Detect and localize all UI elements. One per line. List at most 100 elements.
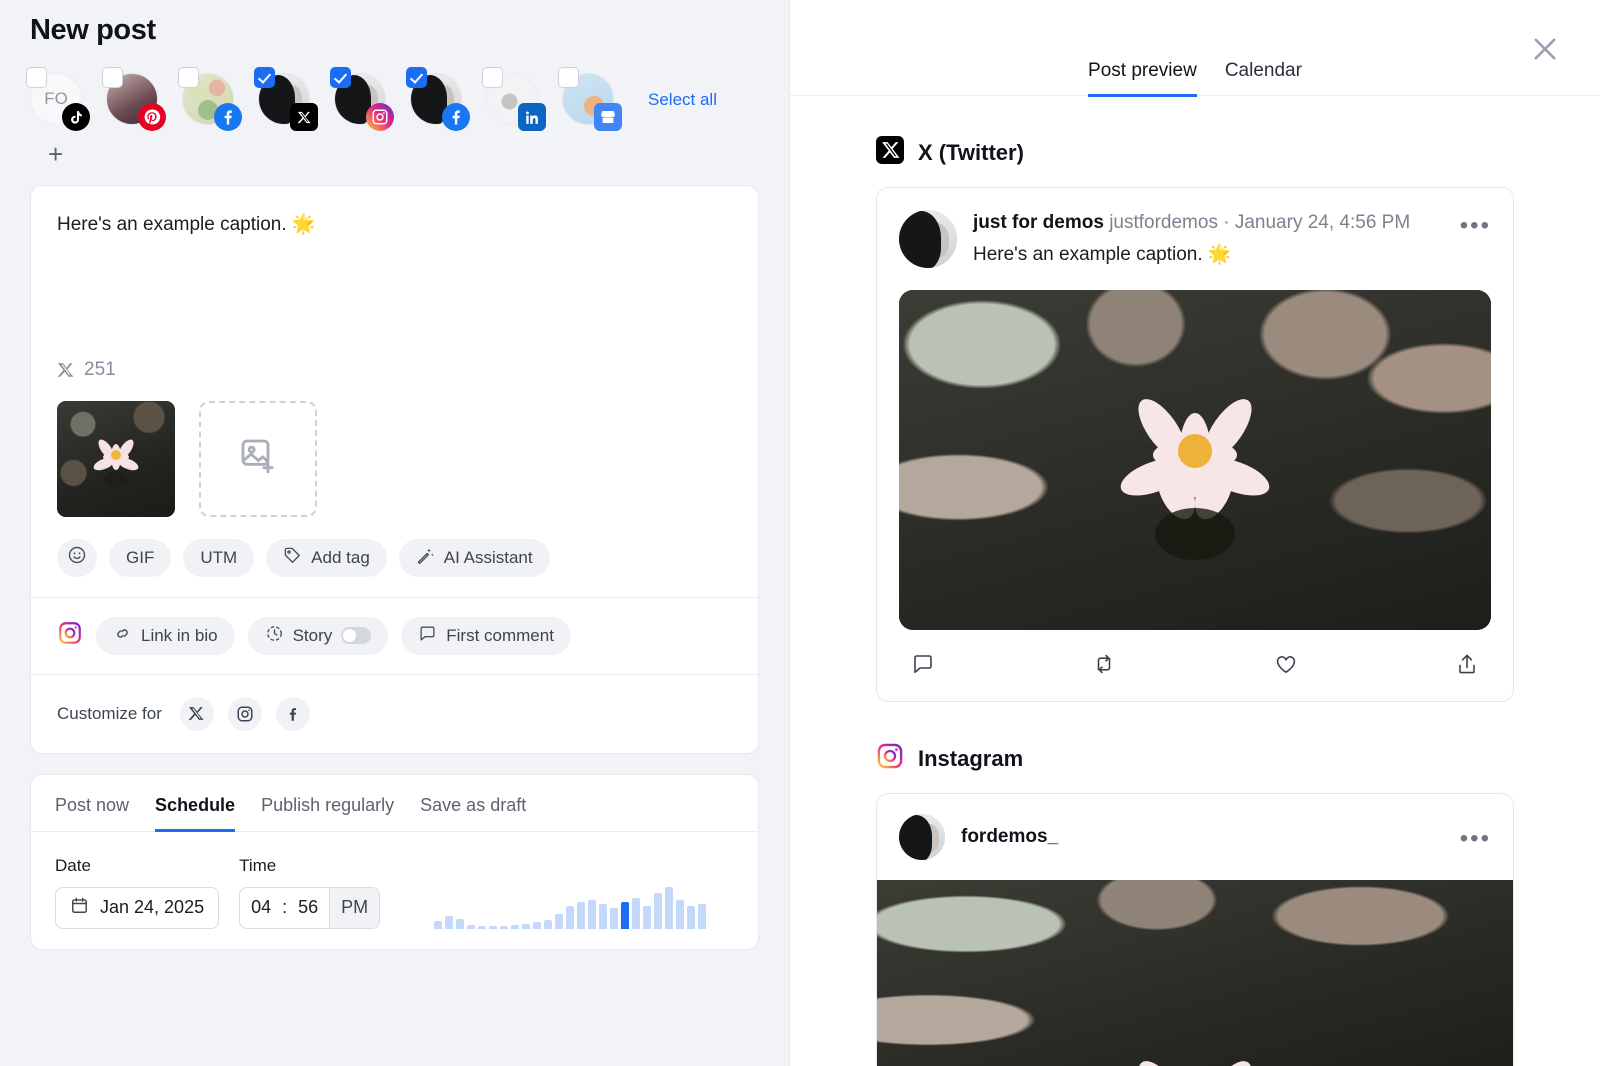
chart-bar[interactable] — [654, 893, 662, 929]
account-checkbox-facebook-1[interactable] — [178, 67, 199, 88]
instagram-options-row: Link in bio Story — [31, 598, 758, 674]
add-tag-button[interactable]: Add tag — [266, 539, 387, 577]
tab-save-as-draft[interactable]: Save as draft — [420, 795, 526, 832]
schedule-body: Date Jan 24, 2025 Time 04 — [31, 832, 758, 949]
first-comment-label: First comment — [446, 626, 554, 646]
twitter-post-meta: just for demos justfordemos · January 24… — [973, 210, 1444, 266]
reply-icon[interactable] — [911, 652, 935, 681]
chart-bar[interactable] — [610, 908, 618, 929]
chart-bar[interactable] — [467, 925, 475, 929]
chart-bar[interactable] — [687, 906, 695, 929]
chart-bar[interactable] — [511, 925, 519, 929]
caption-input[interactable]: Here's an example caption. 🌟 — [57, 212, 732, 239]
account-checkbox-x[interactable] — [254, 67, 275, 88]
gif-button[interactable]: GIF — [109, 539, 171, 577]
chart-bar[interactable] — [489, 926, 497, 929]
chart-bar[interactable] — [566, 906, 574, 929]
composer-panel: New post FO — [0, 0, 790, 1066]
x-icon — [290, 103, 318, 131]
ellipsis-icon[interactable]: ••• — [1460, 214, 1491, 238]
story-button[interactable]: Story — [248, 617, 389, 655]
tab-publish-regularly[interactable]: Publish regularly — [261, 795, 394, 832]
account-tiktok[interactable]: FO — [30, 73, 84, 127]
chart-bar[interactable] — [456, 919, 464, 929]
account-checkbox-linkedin[interactable] — [482, 67, 503, 88]
twitter-timestamp: · January 24, 4:56 PM — [1223, 212, 1410, 233]
time-label: Time — [239, 856, 380, 876]
link-in-bio-button[interactable]: Link in bio — [96, 617, 235, 655]
tab-post-now[interactable]: Post now — [55, 795, 129, 832]
facebook-icon — [442, 103, 470, 131]
avatar-initials: FO — [44, 89, 68, 109]
story-label: Story — [293, 626, 333, 646]
ellipsis-icon[interactable]: ••• — [1460, 827, 1491, 851]
chart-bar[interactable] — [500, 926, 508, 929]
utm-label: UTM — [200, 548, 237, 568]
chart-bar[interactable] — [533, 922, 541, 929]
emoji-button[interactable] — [57, 539, 97, 577]
calendar-icon — [70, 896, 89, 920]
customize-x-button[interactable] — [180, 697, 214, 731]
instagram-icon — [366, 103, 394, 131]
account-x[interactable] — [258, 73, 312, 127]
date-field: Date Jan 24, 2025 — [55, 856, 219, 929]
add-media-button[interactable] — [199, 401, 317, 517]
account-instagram[interactable] — [334, 73, 388, 127]
gif-label: GIF — [126, 548, 154, 568]
tab-schedule[interactable]: Schedule — [155, 795, 235, 832]
instagram-preview-header: Instagram — [876, 742, 1514, 775]
add-account-button[interactable]: + — [48, 141, 74, 167]
tab-calendar[interactable]: Calendar — [1225, 60, 1302, 97]
first-comment-button[interactable]: First comment — [401, 617, 571, 655]
ai-assistant-button[interactable]: AI Assistant — [399, 539, 550, 577]
account-linkedin[interactable] — [486, 73, 540, 127]
chart-bar[interactable] — [434, 921, 442, 929]
chart-bar[interactable] — [676, 900, 684, 929]
time-input[interactable]: 04 : 56 PM — [239, 887, 380, 929]
pinterest-icon — [138, 103, 166, 131]
chart-bar[interactable] — [698, 904, 706, 929]
chart-bar[interactable] — [665, 887, 673, 929]
chart-bar[interactable] — [577, 902, 585, 929]
tab-post-preview[interactable]: Post preview — [1088, 60, 1197, 97]
retweet-icon[interactable] — [1092, 652, 1116, 681]
time-minute[interactable]: 56 — [287, 888, 329, 928]
chart-bar[interactable] — [599, 904, 607, 929]
like-icon[interactable] — [1274, 652, 1298, 681]
chart-bar[interactable] — [478, 926, 486, 929]
select-all-link[interactable]: Select all — [648, 90, 717, 110]
instagram-post-image — [877, 880, 1513, 1066]
media-thumbnail[interactable] — [57, 401, 175, 517]
character-counter: 251 — [57, 359, 732, 381]
customize-instagram-button[interactable] — [228, 697, 262, 731]
time-meridiem[interactable]: PM — [329, 888, 379, 928]
account-checkbox-facebook-2[interactable] — [406, 67, 427, 88]
chart-bar[interactable] — [544, 920, 552, 929]
chart-bar[interactable] — [522, 924, 530, 929]
share-icon[interactable] — [1455, 652, 1479, 681]
chart-bar[interactable] — [632, 898, 640, 929]
utm-button[interactable]: UTM — [183, 539, 254, 577]
close-icon[interactable] — [1528, 32, 1562, 66]
chart-bar[interactable] — [445, 916, 453, 929]
account-facebook-1[interactable] — [182, 73, 236, 127]
tag-icon — [283, 546, 302, 570]
account-checkbox-pinterest[interactable] — [102, 67, 123, 88]
date-input[interactable]: Jan 24, 2025 — [55, 887, 219, 929]
x-icon — [876, 136, 904, 169]
chart-bar[interactable] — [555, 914, 563, 929]
account-pinterest[interactable] — [106, 73, 160, 127]
account-google-business[interactable] — [562, 73, 616, 127]
time-hour[interactable]: 04 — [240, 888, 282, 928]
chart-bar[interactable] — [621, 902, 629, 929]
account-checkbox-instagram[interactable] — [330, 67, 351, 88]
account-checkbox-tiktok[interactable] — [26, 67, 47, 88]
account-checkbox-google-business[interactable] — [558, 67, 579, 88]
chart-bar[interactable] — [643, 906, 651, 929]
chart-bar[interactable] — [588, 900, 596, 929]
story-toggle[interactable] — [341, 627, 371, 644]
customize-facebook-button[interactable] — [276, 697, 310, 731]
twitter-preview-card: just for demos justfordemos · January 24… — [876, 187, 1514, 702]
instagram-preview-card: fordemos_ ••• — [876, 793, 1514, 1066]
account-facebook-2[interactable] — [410, 73, 464, 127]
